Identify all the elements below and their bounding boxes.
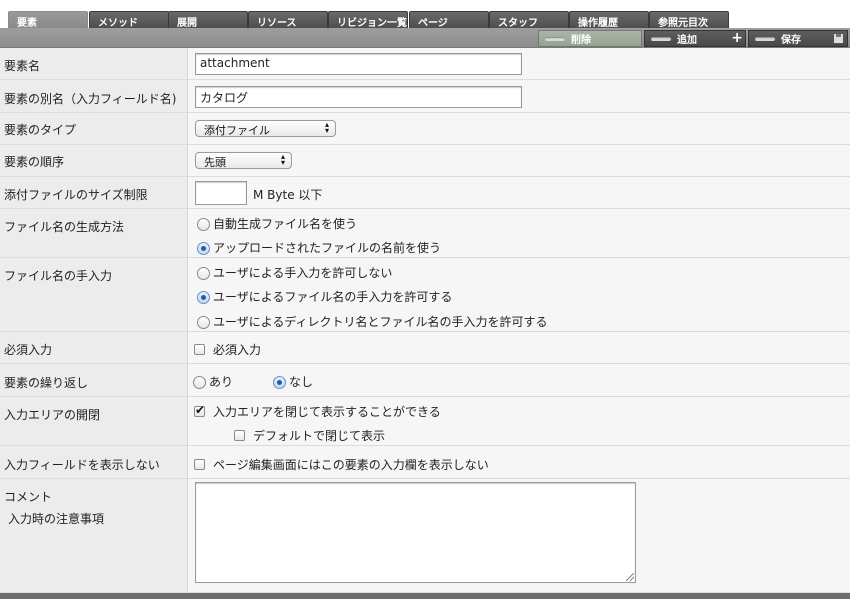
tab-references[interactable]: 参照元目次: [649, 11, 729, 28]
alias-input[interactable]: カタログ: [195, 86, 522, 108]
collapse-default-label: デフォルトで閉じて表示: [253, 429, 386, 443]
resize-grip-icon[interactable]: [626, 573, 634, 581]
row-size-limit: 添付ファイルのサイズ制限 M Byte 以下: [0, 177, 850, 209]
collapse-checkbox-label: 入力エリアを閉じて表示することができる: [213, 405, 441, 419]
tab-revisions[interactable]: リビジョン一覧: [328, 11, 408, 28]
comment-textarea[interactable]: [195, 482, 636, 583]
manual-input-label: ファイル名の手入力: [4, 269, 113, 283]
row-order: 要素の順序 先頭 ▴ ▾: [0, 145, 850, 177]
row-collapse: 入力エリアの開閉 入力エリアを閉じて表示することができる デフォルトで閉じて表示: [0, 397, 850, 446]
filename-upload-option: アップロードされたファイルの名前を使う: [213, 241, 442, 255]
footer-bar: [0, 593, 850, 599]
floppy-disk-icon: [833, 33, 844, 44]
order-select[interactable]: 先頭 ▴ ▾: [195, 152, 292, 169]
manual-directory-radio[interactable]: [197, 316, 210, 329]
tab-deploy[interactable]: 展開: [168, 11, 248, 28]
button-bar-icon: [755, 36, 775, 41]
comment-label: コメント: [4, 490, 53, 504]
size-limit-unit: M Byte 以下: [253, 188, 323, 202]
type-label: 要素のタイプ: [4, 123, 77, 137]
hide-field-checkbox[interactable]: [194, 459, 205, 470]
filename-auto-option: 自動生成ファイル名を使う: [213, 217, 358, 231]
tab-element[interactable]: 要素: [8, 11, 88, 28]
row-type: 要素のタイプ 添付ファイル ▴ ▾: [0, 113, 850, 145]
row-repeat: 要素の繰り返し あり なし: [0, 364, 850, 397]
button-bar-icon: [651, 36, 671, 41]
add-button[interactable]: 追加 +: [644, 30, 746, 47]
required-checkbox-label: 必須入力: [213, 343, 262, 357]
toolbar: 削除 追加 + 保存: [0, 28, 850, 48]
row-required: 必須入力 必須入力: [0, 332, 850, 364]
tab-history[interactable]: 操作履歴: [569, 11, 649, 28]
manual-deny-radio[interactable]: [197, 267, 210, 280]
required-label: 必須入力: [4, 343, 53, 357]
select-arrows-icon: ▴ ▾: [280, 152, 285, 167]
repeat-no-radio[interactable]: [273, 376, 286, 389]
element-name-label: 要素名: [4, 59, 41, 73]
tab-resource[interactable]: リソース: [248, 11, 328, 28]
row-alias: 要素の別名（入力フィールド名) カタログ: [0, 80, 850, 113]
manual-filename-option: ユーザによるファイル名の手入力を許可する: [213, 290, 453, 304]
hide-field-label: 入力フィールドを表示しない: [4, 458, 160, 472]
row-element-name: 要素名 attachment: [0, 48, 850, 80]
row-hide-field: 入力フィールドを表示しない ページ編集画面にはこの要素の入力欄を表示しない: [0, 446, 850, 479]
repeat-yes-radio[interactable]: [193, 376, 206, 389]
repeat-label: 要素の繰り返し: [4, 376, 89, 390]
manual-directory-option: ユーザによるディレクトリ名とファイル名の手入力を許可する: [213, 315, 548, 329]
row-comment: コメント 入力時の注意事項: [0, 479, 850, 593]
manual-filename-radio[interactable]: [197, 291, 210, 304]
required-checkbox[interactable]: [194, 344, 205, 355]
tab-bar: 要素 メソッド 展開 リソース リビジョン一覧 ページ スタッフ 操作履歴 参照…: [0, 0, 850, 28]
size-limit-input[interactable]: [195, 181, 247, 205]
collapse-checkbox[interactable]: [194, 403, 205, 417]
filename-method-label: ファイル名の生成方法: [4, 220, 125, 234]
tab-staff[interactable]: スタッフ: [489, 11, 569, 28]
alias-label: 要素の別名（入力フィールド名): [4, 92, 177, 106]
repeat-yes-option: あり: [209, 375, 234, 389]
delete-button[interactable]: 削除: [538, 30, 642, 47]
hide-field-checkbox-label: ページ編集画面にはこの要素の入力欄を表示しない: [213, 458, 489, 472]
comment-sublabel: 入力時の注意事項: [8, 512, 105, 526]
tab-page[interactable]: ページ: [409, 11, 489, 28]
row-manual-input: ファイル名の手入力 ユーザによる手入力を許可しない ユーザによるファイル名の手入…: [0, 258, 850, 332]
type-select[interactable]: 添付ファイル ▴ ▾: [195, 120, 336, 137]
tab-method[interactable]: メソッド: [89, 11, 169, 28]
collapse-default-checkbox[interactable]: [234, 430, 245, 441]
filename-upload-radio[interactable]: [197, 242, 210, 255]
button-bar-icon: [545, 36, 565, 41]
order-label: 要素の順序: [4, 155, 65, 169]
size-limit-label: 添付ファイルのサイズ制限: [4, 188, 148, 202]
filename-auto-radio[interactable]: [197, 218, 210, 231]
plus-icon: +: [731, 30, 743, 46]
collapse-label: 入力エリアの開閉: [4, 408, 101, 422]
manual-deny-option: ユーザによる手入力を許可しない: [213, 266, 393, 280]
element-name-input[interactable]: attachment: [195, 53, 522, 75]
repeat-no-option: なし: [289, 375, 314, 389]
select-arrows-icon: ▴ ▾: [324, 120, 329, 135]
save-button[interactable]: 保存: [748, 30, 848, 47]
row-filename-method: ファイル名の生成方法 自動生成ファイル名を使う アップロードされたファイルの名前…: [0, 209, 850, 258]
